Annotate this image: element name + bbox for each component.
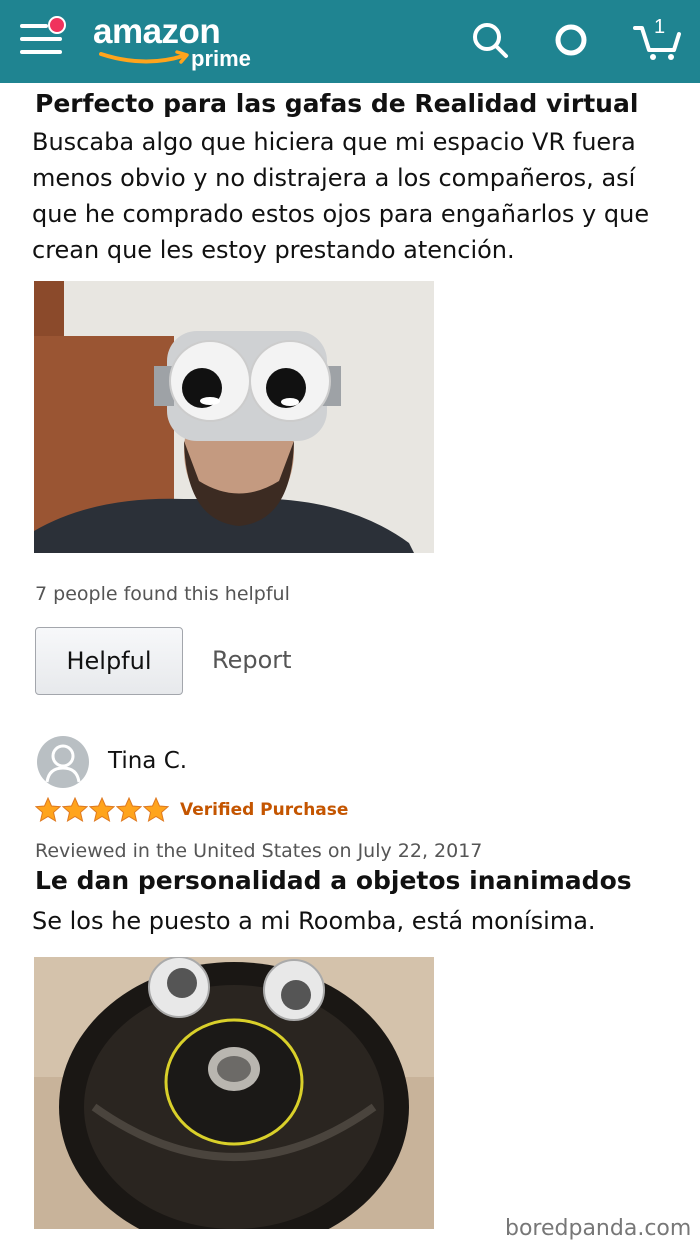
user-icon	[45, 744, 81, 783]
notification-dot	[48, 16, 66, 34]
helpful-count: 7 people found this helpful	[35, 583, 290, 605]
review-photo-roomba[interactable]	[34, 957, 434, 1229]
verified-purchase-badge: Verified Purchase	[180, 800, 349, 820]
watermark: boredpanda.com	[505, 1216, 692, 1241]
avatar[interactable]	[37, 736, 89, 788]
star-icon	[89, 797, 115, 823]
report-link[interactable]: Report	[212, 646, 292, 674]
helpful-button[interactable]: Helpful	[35, 627, 183, 695]
menu-icon[interactable]	[20, 16, 66, 58]
top-navigation-bar: amazon prime 1	[0, 0, 700, 83]
star-rating	[35, 797, 169, 825]
star-icon	[116, 797, 142, 823]
review-body-line: que he comprado estos ojos para engañarl…	[32, 200, 650, 228]
review-body-line: crean que les estoy prestando atención.	[32, 236, 515, 264]
cart-icon[interactable]: 1	[632, 16, 682, 60]
review-body: Se los he puesto a mi Roomba, está monís…	[32, 907, 596, 935]
alexa-icon[interactable]	[551, 20, 591, 60]
logo-prime-label: prime	[191, 46, 251, 71]
review-title: Le dan personalidad a objetos inanimados	[35, 866, 632, 895]
review-body-line: Buscaba algo que hiciera que mi espacio …	[32, 128, 636, 156]
search-icon[interactable]	[470, 20, 510, 60]
menu-line	[20, 37, 62, 41]
menu-line	[20, 50, 62, 54]
menu-line	[20, 24, 48, 28]
cart-count: 1	[654, 16, 666, 38]
star-icon	[143, 797, 169, 823]
review-body-line: menos obvio y no distrajera a los compañ…	[32, 164, 636, 192]
review-photo-vr-headset[interactable]	[34, 281, 434, 553]
star-icon	[62, 797, 88, 823]
logo-smile-icon	[99, 50, 189, 64]
star-icon	[35, 797, 61, 823]
reviewer-name[interactable]: Tina C.	[108, 748, 187, 774]
review-date: Reviewed in the United States on July 22…	[35, 840, 483, 862]
review-title: Perfecto para las gafas de Realidad virt…	[35, 89, 639, 118]
amazon-prime-logo[interactable]: amazon prime	[93, 12, 273, 74]
